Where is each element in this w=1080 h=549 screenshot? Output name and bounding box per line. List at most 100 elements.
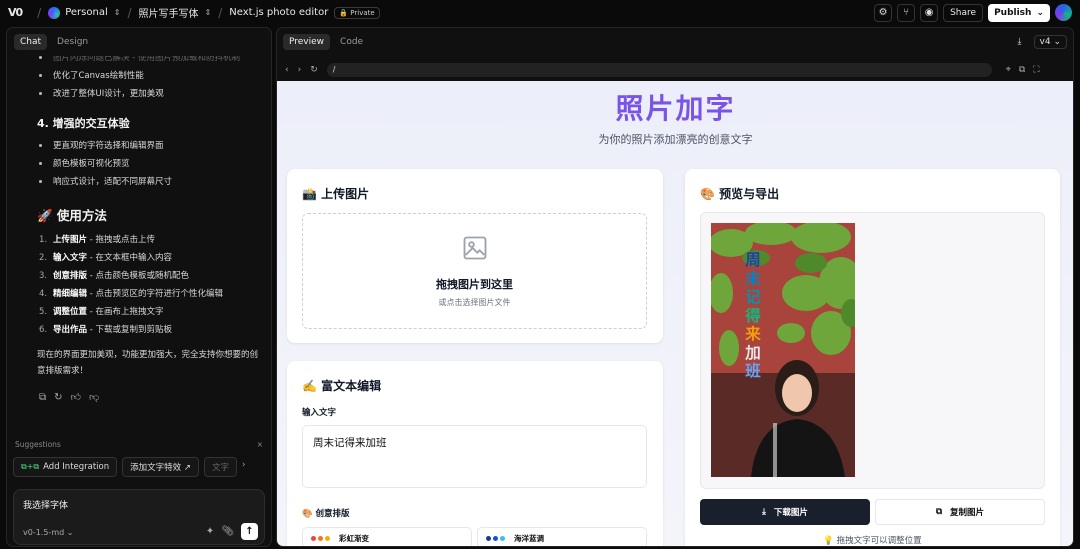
usage-heading: 🚀 使用方法 [37, 208, 107, 223]
dropzone[interactable]: 拖拽图片到这里 或点击选择图片文件 [302, 213, 647, 329]
step-text: - 点击颜色模板或随机配色 [87, 271, 189, 281]
share-button[interactable]: Share [943, 3, 984, 22]
v0-logo[interactable]: V0 [8, 6, 23, 19]
image-icon [463, 236, 486, 260]
refresh-icon[interactable]: ↻ [310, 65, 318, 75]
step-text: - 下载或复制到剪贴板 [87, 325, 172, 335]
separator: / [37, 5, 42, 20]
chat-messages[interactable]: 图片闪烁问题已解决 - 使用图片预加载和防抖机制 优化了Canvas绘制性能 改… [7, 56, 271, 436]
list-item: 优化了Canvas绘制性能 [29, 67, 259, 85]
tab-design[interactable]: Design [51, 34, 94, 50]
suggestion-chip[interactable]: 添加文字特效 ↗ [122, 457, 199, 477]
chat-input-box[interactable]: 我选择字体 v0-1.5-md ⌄ ✦ 📎︎ ↑ [13, 489, 265, 545]
color-dot [318, 535, 323, 541]
publish-button[interactable]: Publish ⌄ [988, 3, 1050, 22]
preview-panel: Preview Code ⤓ v4 ⌄ ‹ › ↻ / ⌖ ⧉ ⛶ 照片加字 为… [276, 27, 1074, 547]
suggestion-chip[interactable]: 文字 [203, 457, 237, 477]
chat-title[interactable]: Next.js photo editor 🔒 Private [229, 6, 380, 19]
thumbs-down-icon[interactable]: 👎︎ [89, 389, 99, 407]
settings-gear-icon[interactable]: ⚙ [874, 3, 893, 22]
chip-label: Add Integration [43, 462, 110, 472]
step-title: 导出作品 [53, 325, 88, 335]
template-label: 海洋蓝调 [514, 533, 544, 543]
step-item: 1. 上传图片 - 拖拽或点击上传 [29, 231, 259, 249]
download-icon[interactable]: ⤓ [1018, 37, 1022, 47]
step-title: 上传图片 [53, 235, 88, 245]
url-input[interactable]: / [326, 63, 992, 77]
chevron-right-icon[interactable]: › [242, 457, 245, 477]
step-number: 6. [39, 325, 48, 335]
thumbs-up-icon[interactable]: 👍︎ [71, 389, 81, 407]
version-selector[interactable]: v4 ⌄ [1033, 35, 1067, 49]
workspace-name: Personal [65, 7, 108, 18]
user-avatar[interactable] [1055, 4, 1072, 21]
suggestion-chip[interactable]: ⧉+⧉ Add Integration [13, 457, 118, 477]
inspect-icon[interactable]: ⌖ [1006, 65, 1011, 75]
suggestions: Suggestions × ⧉+⧉ Add Integration 添加文字特效 … [7, 440, 271, 477]
color-dot [325, 535, 330, 541]
template-rainbow[interactable]: 彩虹渐变 [302, 527, 472, 546]
layout-label: 🎨 创意排版 [302, 509, 350, 519]
step-text: - 点击预览区的字符进行个性化编辑 [87, 289, 223, 299]
step-item: 6. 导出作品 - 下载或复制到剪贴板 [29, 321, 259, 339]
download-button[interactable]: ⤓ 下载图片 [700, 499, 870, 525]
list-item: 更直观的字符选择和编辑界面 [29, 137, 259, 155]
private-badge-label: Private [350, 8, 375, 17]
overlay-char[interactable]: 周 [744, 250, 762, 270]
chat-input[interactable]: 我选择字体 [23, 498, 68, 511]
color-dot [493, 535, 498, 541]
github-icon[interactable]: ◉ [920, 3, 939, 22]
fullscreen-icon[interactable]: ⛶ [1033, 65, 1039, 75]
browser-actions: ⌖ ⧉ ⛶ [1006, 65, 1040, 75]
project-switcher[interactable]: 照片写手写体 ⇕ [138, 5, 211, 20]
editor-card: ✍️ 富文本编辑 输入文字 周末记得来加班 🎨 创意排版 彩虹渐变 海洋蓝调 [287, 361, 663, 546]
chevron-down-icon: ⌄ [1036, 7, 1044, 18]
export-card: 🎨 预览与导出 周 末 记 得 来 加 班 ⤓ 下载图片 ⧉ 复制图片 💡 拖拽… [685, 169, 1060, 546]
photo-canvas[interactable]: 周 末 记 得 来 加 班 [711, 223, 855, 477]
sparkle-icon[interactable]: ✦ [206, 526, 214, 537]
model-selector[interactable]: v0-1.5-md ⌄ [23, 528, 73, 537]
preview-tabs: Preview Code ⤓ v4 ⌄ [277, 28, 1073, 56]
overlay-char[interactable]: 来 [744, 324, 762, 344]
send-button[interactable]: ↑ [241, 523, 258, 540]
step-number: 3. [39, 271, 48, 281]
tab-code[interactable]: Code [334, 34, 369, 50]
workspace-switcher[interactable]: Personal ⇕ [48, 6, 121, 19]
overlay-char[interactable]: 得 [744, 306, 762, 326]
back-icon[interactable]: ‹ [285, 65, 289, 75]
retry-icon[interactable]: ↻ [54, 389, 62, 407]
attach-icon[interactable]: 📎︎ [221, 526, 234, 537]
close-icon[interactable]: × [257, 440, 263, 449]
site-title: 照片加字 [615, 92, 736, 125]
closing-paragraph: 现在的界面更加美观，功能更加强大，完全支持你想要的创意排版需求！ [37, 350, 259, 376]
app-window: V0 / Personal ⇕ / 照片写手写体 ⇕ / Next.js pho… [0, 0, 1080, 549]
suggestion-chips: ⧉+⧉ Add Integration 添加文字特效 ↗ 文字 › [7, 449, 271, 477]
step-text: - 拖拽或点击上传 [87, 235, 155, 245]
list-item: 改进了整体UI设计，更加美观 [29, 85, 259, 103]
editor-title: ✍️ 富文本编辑 [302, 379, 382, 393]
template-ocean[interactable]: 海洋蓝调 [477, 527, 647, 546]
chevron-updown-icon: ⇕ [113, 8, 121, 17]
color-dot [311, 535, 316, 541]
forward-icon[interactable]: › [298, 65, 302, 75]
step-item: 4. 精细编辑 - 点击预览区的字符进行个性化编辑 [29, 285, 259, 303]
new-tab-icon[interactable]: ⧉ [1019, 65, 1025, 75]
text-input[interactable]: 周末记得来加班 [302, 425, 647, 488]
overlay-char[interactable]: 记 [744, 287, 762, 307]
site-preview: 照片加字 为你的照片添加漂亮的创意文字 📸 上传图片 拖拽图片到这里 或点击选择… [277, 81, 1073, 546]
overlay-char[interactable]: 末 [744, 269, 762, 289]
chevron-updown-icon: ⇕ [204, 8, 212, 17]
model-name: v0-1.5-md [23, 528, 65, 537]
overlay-char[interactable]: 班 [744, 361, 762, 381]
copy-icon[interactable]: ⧉ [39, 389, 46, 407]
copy-button[interactable]: ⧉ 复制图片 [875, 499, 1045, 525]
drag-hint: 💡 拖拽文字可以调整位置 [823, 536, 922, 546]
tab-chat[interactable]: Chat [14, 34, 48, 50]
site-subtitle: 为你的照片添加漂亮的创意文字 [598, 133, 753, 146]
step-title: 输入文字 [53, 253, 88, 263]
overlay-text[interactable]: 周 末 记 得 来 加 班 [744, 250, 762, 381]
fork-icon[interactable]: ⑂ [897, 3, 916, 22]
step-title: 精细编辑 [53, 289, 88, 299]
tab-preview[interactable]: Preview [283, 34, 331, 50]
overlay-char[interactable]: 加 [744, 343, 762, 363]
